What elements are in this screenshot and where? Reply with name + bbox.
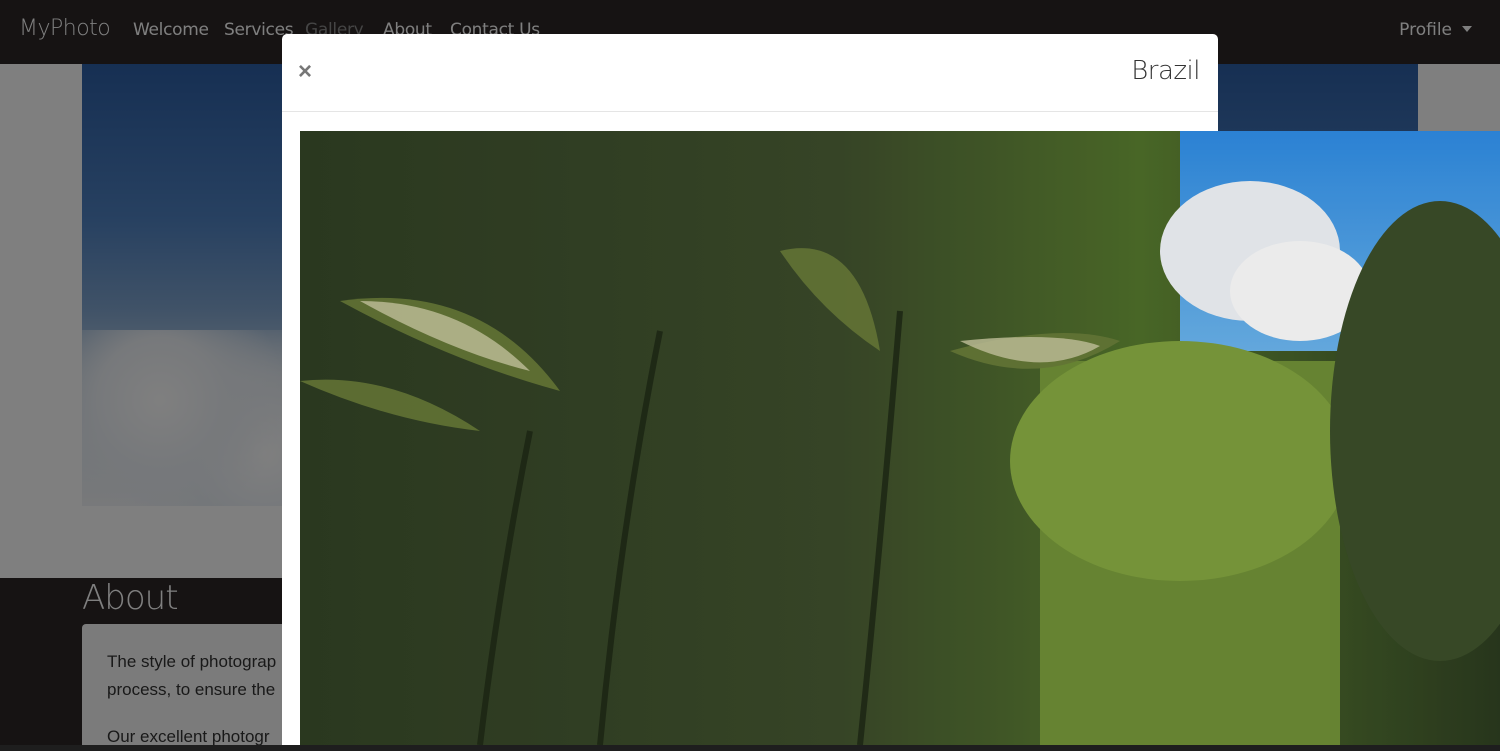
photo-illustration	[300, 131, 1500, 745]
modal-header: × Brazil	[282, 34, 1218, 112]
close-button[interactable]: ×	[298, 60, 312, 84]
gallery-photo	[300, 131, 1500, 745]
bottom-strip	[0, 745, 1500, 751]
modal-title: Brazil	[1131, 56, 1200, 86]
